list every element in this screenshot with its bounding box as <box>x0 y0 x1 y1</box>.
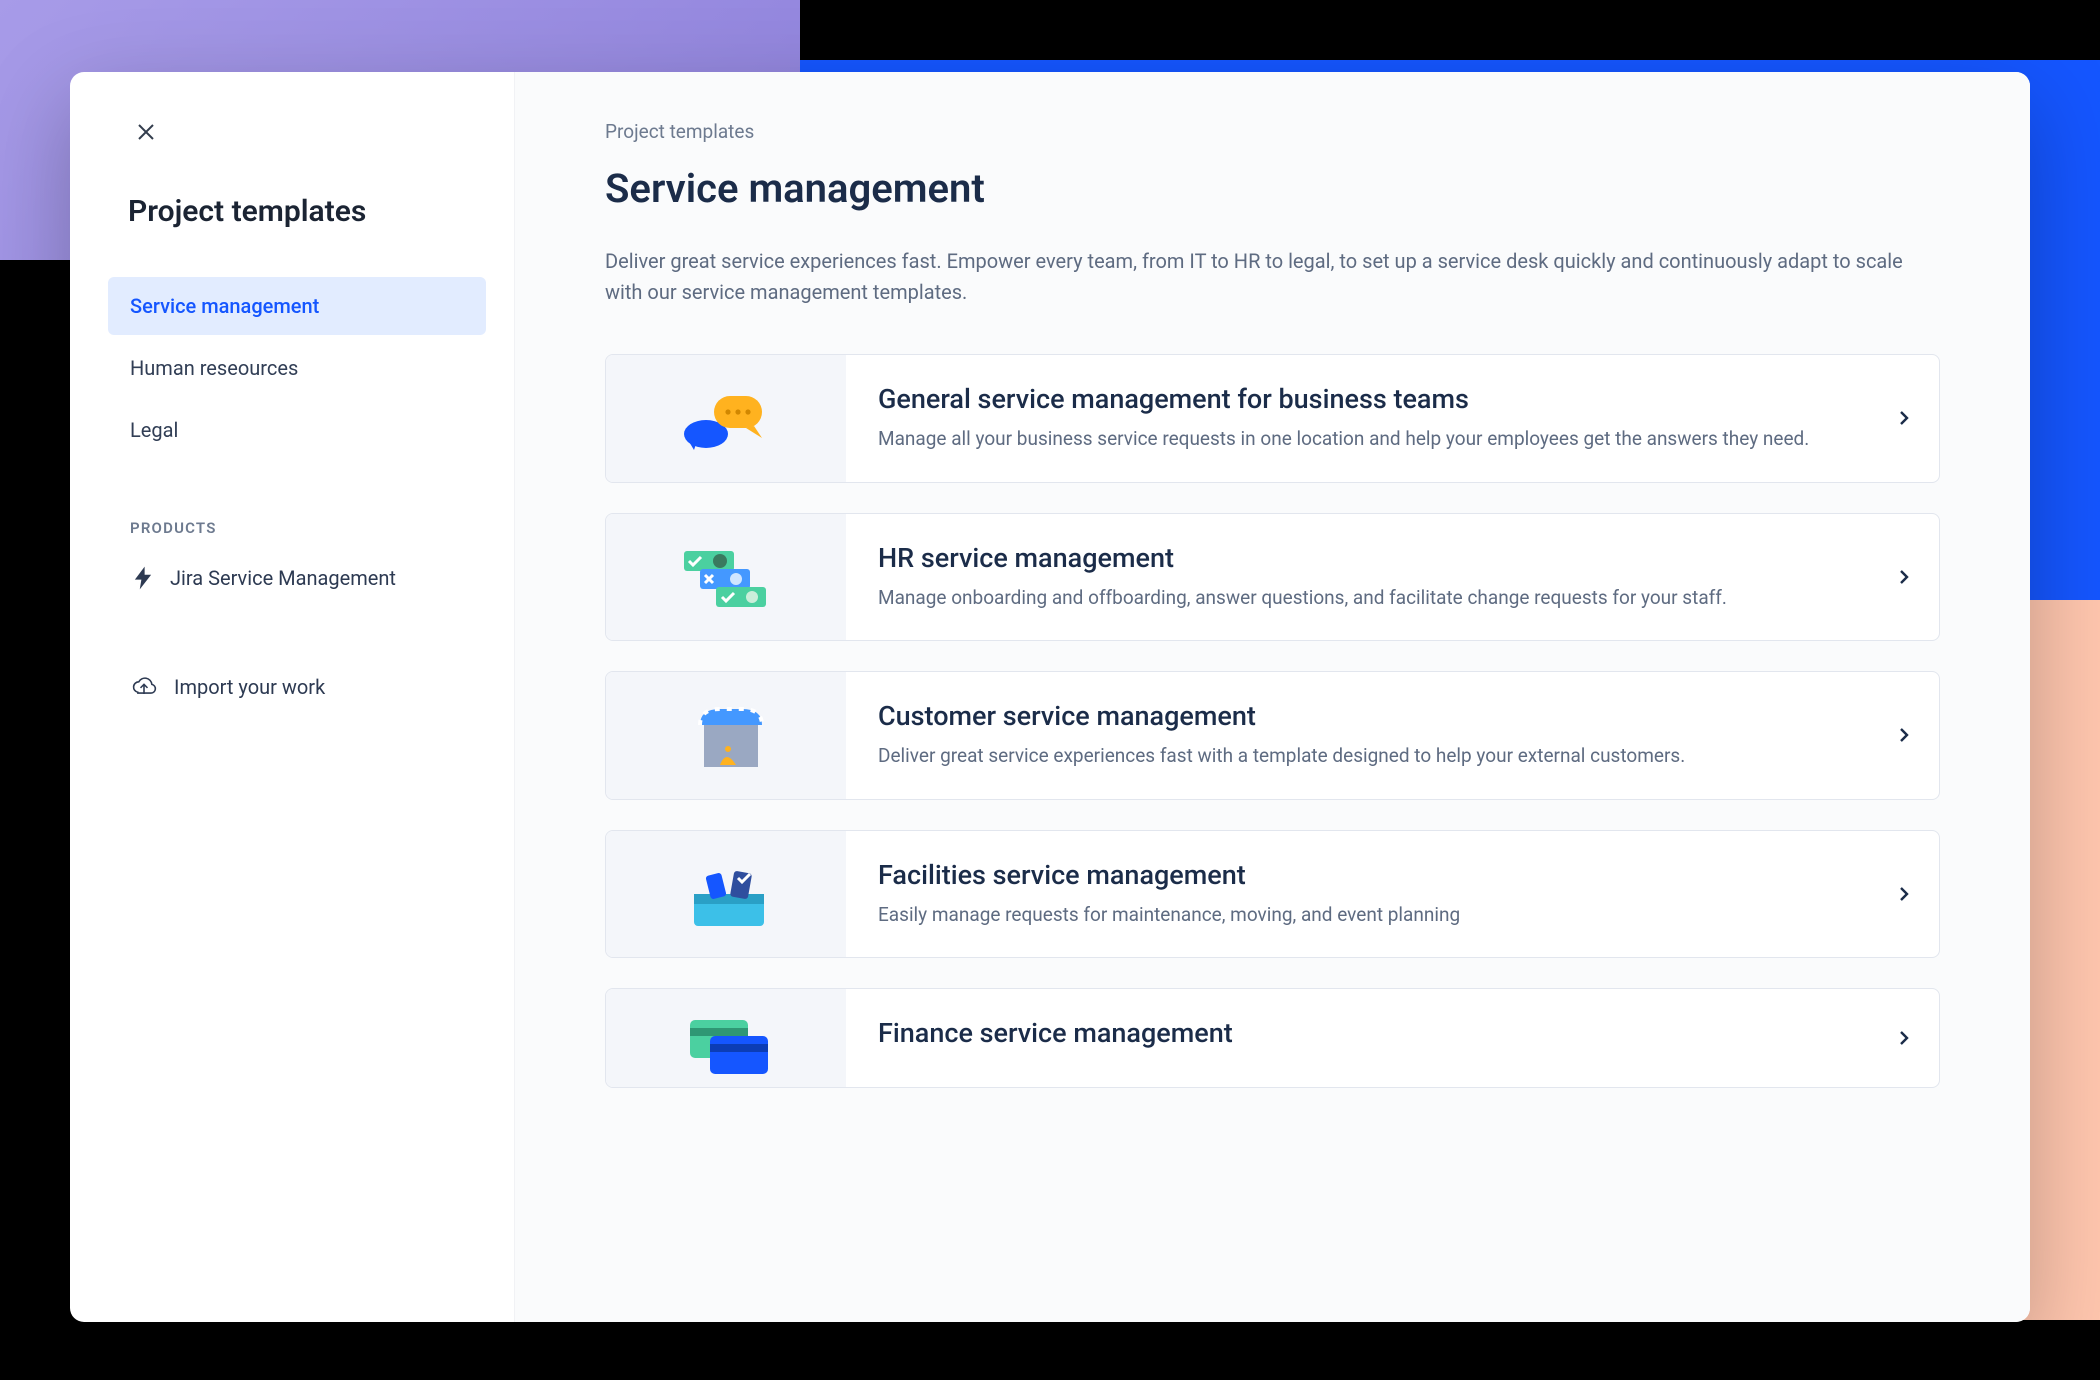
product-label: Jira Service Management <box>170 566 396 590</box>
card-description: Easily manage requests for maintenance, … <box>878 901 1837 930</box>
card-description: Manage all your business service request… <box>878 425 1837 454</box>
breadcrumb[interactable]: Project templates <box>605 120 1940 143</box>
close-icon <box>134 120 158 144</box>
card-chevron <box>1869 355 1939 482</box>
card-chevron <box>1869 831 1939 958</box>
card-body: Finance service management <box>846 989 1869 1087</box>
sidebar-item-label: Legal <box>130 418 178 442</box>
import-label: Import your work <box>174 675 325 699</box>
import-your-work-button[interactable]: Import your work <box>108 661 486 713</box>
cloud-upload-icon <box>130 673 158 701</box>
card-illustration <box>606 514 846 641</box>
sidebar-item-label: Service management <box>130 294 319 318</box>
sidebar-item-service-management[interactable]: Service management <box>108 277 486 335</box>
card-illustration <box>606 989 846 1087</box>
sidebar-title: Project templates <box>128 194 486 229</box>
card-title: HR service management <box>878 542 1837 574</box>
jsm-bolt-icon <box>130 565 156 591</box>
chat-bubbles-icon <box>676 378 776 458</box>
card-chevron <box>1869 989 1939 1087</box>
bg-decor-bottom <box>0 1320 2100 1380</box>
card-body: Customer service management Deliver grea… <box>846 672 1869 799</box>
page-description: Deliver great service experiences fast. … <box>605 246 1925 308</box>
chevron-right-icon <box>1896 1030 1912 1046</box>
page-title: Service management <box>605 165 1940 212</box>
card-description: Deliver great service experiences fast w… <box>878 742 1837 771</box>
storefront-icon <box>676 695 776 775</box>
hr-cards-icon <box>676 537 776 617</box>
card-title: General service management for business … <box>878 383 1837 415</box>
template-card-general-service[interactable]: General service management for business … <box>605 354 1940 483</box>
card-body: Facilities service management Easily man… <box>846 831 1869 958</box>
products-section-label: PRODUCTS <box>130 519 486 537</box>
card-chevron <box>1869 672 1939 799</box>
card-illustration <box>606 355 846 482</box>
close-button[interactable] <box>128 114 164 150</box>
sidebar-item-human-resources[interactable]: Human reseources <box>108 339 486 397</box>
template-card-finance-service[interactable]: Finance service management <box>605 988 1940 1088</box>
card-chevron <box>1869 514 1939 641</box>
sidebar-item-legal[interactable]: Legal <box>108 401 486 459</box>
sidebar-item-label: Human reseources <box>130 356 298 380</box>
chevron-right-icon <box>1896 410 1912 426</box>
template-card-hr-service[interactable]: HR service management Manage onboarding … <box>605 513 1940 642</box>
bg-decor-peach <box>2020 600 2100 1380</box>
chevron-right-icon <box>1896 886 1912 902</box>
templates-modal: Project templates Service management Hum… <box>70 72 2030 1322</box>
main-panel: Project templates Service management Del… <box>515 72 2030 1322</box>
card-description: Manage onboarding and offboarding, answe… <box>878 584 1837 613</box>
card-illustration <box>606 672 846 799</box>
chevron-right-icon <box>1896 727 1912 743</box>
product-jira-service-management[interactable]: Jira Service Management <box>108 555 486 601</box>
sidebar: Project templates Service management Hum… <box>70 72 515 1322</box>
template-card-customer-service[interactable]: Customer service management Deliver grea… <box>605 671 1940 800</box>
card-title: Finance service management <box>878 1017 1837 1049</box>
card-title: Facilities service management <box>878 859 1837 891</box>
template-card-facilities-service[interactable]: Facilities service management Easily man… <box>605 830 1940 959</box>
card-body: HR service management Manage onboarding … <box>846 514 1869 641</box>
card-title: Customer service management <box>878 700 1837 732</box>
credit-cards-icon <box>676 998 776 1078</box>
chevron-right-icon <box>1896 569 1912 585</box>
card-illustration <box>606 831 846 958</box>
toolbox-icon <box>676 854 776 934</box>
card-body: General service management for business … <box>846 355 1869 482</box>
